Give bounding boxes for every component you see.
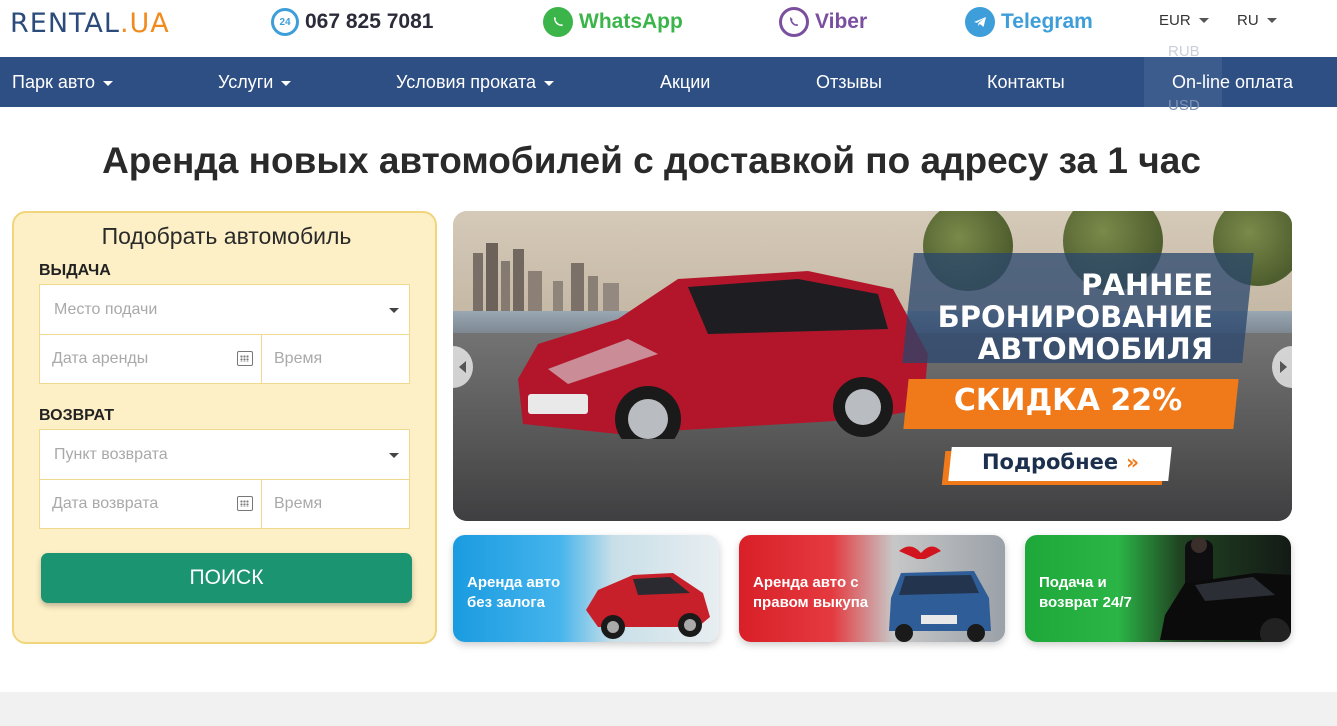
nav-item-label: Услуги bbox=[218, 71, 274, 92]
tile-buyout[interactable]: Аренда авто с правом выкупа bbox=[739, 535, 1005, 642]
return-date-input[interactable]: Дата возврата bbox=[39, 479, 262, 529]
nav-item-label: Отзывы bbox=[816, 71, 882, 92]
chevron-down-icon bbox=[389, 452, 399, 458]
top-bar: RENTAL.UA 24 067 825 7081 WhatsApp Viber… bbox=[0, 0, 1337, 60]
tile-label: Подача и возврат 24/7 bbox=[1039, 574, 1132, 611]
tile-24-7[interactable]: Подача и возврат 24/7 bbox=[1025, 535, 1291, 642]
promo-line-2: БРОНИРОВАНИЕ bbox=[937, 300, 1213, 334]
logo-text: RENTAL bbox=[10, 8, 120, 39]
pickup-label: ВЫДАЧА bbox=[39, 262, 111, 279]
calendar-icon[interactable] bbox=[237, 496, 253, 511]
pickup-place-placeholder: Место подачи bbox=[54, 300, 158, 318]
return-label: ВОЗВРАТ bbox=[39, 407, 114, 424]
logo-suffix: UA bbox=[129, 8, 170, 39]
nav-item-promotions[interactable]: Акции bbox=[660, 57, 710, 107]
chevron-down-icon bbox=[103, 80, 114, 86]
logo-dot: . bbox=[119, 8, 130, 39]
page: RENTAL.UA 24 067 825 7081 WhatsApp Viber… bbox=[0, 0, 1337, 726]
nav-item-label: Парк авто bbox=[12, 71, 96, 92]
currency-selected: EUR bbox=[1159, 12, 1191, 29]
tile-label: Аренда авто с правом выкупа bbox=[753, 574, 869, 611]
chevron-down-icon bbox=[1198, 18, 1209, 23]
red-suv-image bbox=[518, 271, 928, 439]
promo-sale-text: СКИДКА 22% bbox=[953, 383, 1183, 418]
more-label: Подробнее bbox=[981, 450, 1119, 474]
double-chevron-right-icon: » bbox=[1126, 450, 1139, 474]
pickup-time-input[interactable]: Время bbox=[261, 334, 410, 384]
currency-selector[interactable]: EUR bbox=[1159, 12, 1209, 29]
chevron-down-icon bbox=[281, 80, 292, 86]
car-search-panel: Подобрать автомобиль ВЫДАЧА Место подачи… bbox=[12, 211, 437, 644]
chevron-down-icon bbox=[1266, 18, 1277, 23]
return-time-input[interactable]: Время bbox=[261, 479, 410, 529]
return-place-placeholder: Пункт возврата bbox=[54, 445, 168, 463]
phone-badge: 24 bbox=[279, 16, 291, 28]
search-panel-title: Подобрать автомобиль bbox=[101, 223, 352, 249]
footer-strip bbox=[0, 692, 1337, 726]
return-time-placeholder: Время bbox=[274, 495, 323, 512]
nav-item-label: On-line оплата bbox=[1172, 71, 1293, 92]
nav-item-park[interactable]: Парк авто bbox=[12, 57, 114, 107]
pickup-date-placeholder: Дата аренды bbox=[52, 350, 149, 367]
whatsapp-label: WhatsApp bbox=[579, 10, 683, 33]
calendar-icon[interactable] bbox=[237, 351, 253, 366]
page-title: Аренда новых автомобилей с доставкой по … bbox=[102, 140, 1201, 181]
chevron-down-icon bbox=[389, 307, 399, 313]
nav-item-label: Условия проката bbox=[396, 71, 537, 92]
telegram-label: Telegram bbox=[1001, 10, 1093, 33]
nav-item-services[interactable]: Услуги bbox=[218, 57, 292, 107]
tile-label: Аренда авто без залога bbox=[467, 574, 561, 611]
nav-item-terms[interactable]: Условия проката bbox=[396, 57, 555, 107]
nav-item-label: Акции bbox=[660, 71, 711, 92]
whatsapp-icon bbox=[543, 7, 573, 37]
currency-option-usd[interactable]: USD bbox=[1168, 97, 1200, 114]
phone-link[interactable]: 24 067 825 7081 bbox=[271, 7, 433, 37]
viber-label: Viber bbox=[815, 10, 868, 33]
chevron-down-icon bbox=[544, 80, 555, 86]
pickup-place-select[interactable]: Место подачи bbox=[39, 284, 410, 335]
arrow-left-icon bbox=[458, 361, 466, 373]
promo-line-1: РАННЕЕ bbox=[1081, 268, 1213, 302]
phone-number: 067 825 7081 bbox=[305, 10, 434, 33]
nav-item-label: Контакты bbox=[987, 71, 1065, 92]
return-date-placeholder: Дата возврата bbox=[52, 495, 159, 512]
return-place-select[interactable]: Пункт возврата bbox=[39, 429, 410, 480]
pickup-date-input[interactable]: Дата аренды bbox=[39, 334, 262, 384]
language-selected: RU bbox=[1237, 12, 1259, 29]
gift-car-image bbox=[889, 546, 991, 642]
pickup-time-placeholder: Время bbox=[274, 350, 323, 367]
nav-item-reviews[interactable]: Отзывы bbox=[816, 57, 882, 107]
telegram-link[interactable]: Telegram bbox=[965, 7, 1093, 37]
search-button[interactable]: ПОИСК bbox=[41, 553, 412, 603]
main-nav: Парк авто Услуги Условия проката Акции О… bbox=[0, 57, 1337, 114]
red-hatchback-image bbox=[586, 573, 710, 639]
promo-line-3: АВТОМОБИЛЯ bbox=[977, 332, 1213, 366]
telegram-icon bbox=[965, 7, 995, 37]
arrow-right-icon bbox=[1279, 361, 1287, 373]
tile-no-deposit[interactable]: Аренда авто без залога bbox=[453, 535, 719, 642]
promo-banner[interactable]: РАННЕЕ БРОНИРОВАНИЕ АВТОМОБИЛЯ СКИДКА 22… bbox=[453, 211, 1292, 521]
viber-link[interactable]: Viber bbox=[779, 7, 867, 37]
phone-24-icon: 24 bbox=[271, 8, 299, 36]
language-selector[interactable]: RU bbox=[1237, 12, 1277, 29]
promo-more-label[interactable]: Подробнее » bbox=[958, 450, 1163, 474]
site-logo[interactable]: RENTAL.UA bbox=[10, 8, 170, 39]
viber-icon bbox=[779, 7, 809, 37]
whatsapp-link[interactable]: WhatsApp bbox=[543, 7, 683, 37]
nav-item-contacts[interactable]: Контакты bbox=[987, 57, 1065, 107]
